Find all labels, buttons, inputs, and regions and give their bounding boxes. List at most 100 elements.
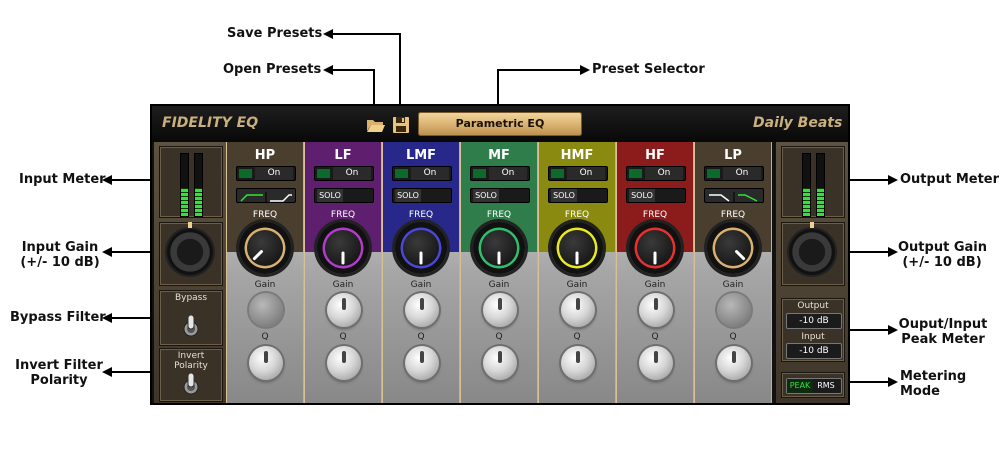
band-freq-knob-hf[interactable] <box>629 222 681 274</box>
band-q-label-hf: Q <box>651 332 659 342</box>
band-freq-knob-pointer-hmf <box>575 251 579 265</box>
band-on-button-lmf[interactable]: On <box>392 166 452 181</box>
band-on-label-lp: On <box>723 167 761 180</box>
band-gain-label-mf: Gain <box>488 280 510 290</box>
plugin-title: FIDELITY EQ <box>162 115 259 131</box>
band-gain-label-lp: Gain <box>722 280 744 290</box>
bypass-toggle-switch[interactable] <box>182 313 200 337</box>
band-freq-knob-cap-lf <box>325 230 361 266</box>
band-gain-knob-hf[interactable] <box>639 293 673 327</box>
band-name-lf: LF <box>334 148 352 163</box>
band-gain-knob-lf[interactable] <box>327 293 361 327</box>
band-solo-label-hf: SOLO <box>629 189 655 202</box>
band-solo-button-hf[interactable]: SOLO <box>626 188 686 203</box>
band-gain-label-lf: Gain <box>332 280 354 290</box>
band-freq-knob-hp[interactable] <box>239 222 291 274</box>
band-name-lmf: LMF <box>405 148 437 163</box>
band-gain-knob-lp <box>717 293 751 327</box>
right-side-panel: Output -10 dB Input -10 dB PEAK RMS <box>776 142 848 403</box>
band-freq-knob-hmf[interactable] <box>551 222 603 274</box>
band-solo-label-mf: SOLO <box>473 189 499 202</box>
band-q-knob-hf[interactable] <box>639 346 673 380</box>
callout-peak-line1: Ouput/Input <box>898 317 988 332</box>
band-on-led-mf <box>473 169 486 178</box>
output-peak-label: Output <box>797 301 829 311</box>
band-gain-label-hp: Gain <box>254 280 276 290</box>
band-filter-shape-lp[interactable] <box>704 188 764 203</box>
input-peak-label: Input <box>801 332 825 342</box>
band-q-knob-lf[interactable] <box>327 346 361 380</box>
floppy-disk-icon[interactable] <box>392 116 412 134</box>
band-gain-label-hf: Gain <box>644 280 666 290</box>
band-gain-knob-mf[interactable] <box>483 293 517 327</box>
eq-bands: HP On FREQ Gain Q LF On SOLO FREQ Gain Q LMF On SOLO F… <box>226 142 774 403</box>
input-meter-right-bar <box>194 153 203 217</box>
band-on-label-hp: On <box>255 167 293 180</box>
input-meter-left-bar <box>180 153 189 217</box>
band-q-knob-lp[interactable] <box>717 346 751 380</box>
band-hf: HF On SOLO FREQ Gain Q <box>616 142 694 403</box>
band-q-knob-mf[interactable] <box>483 346 517 380</box>
band-freq-knob-pointer-lp <box>735 250 746 261</box>
band-on-label-lmf: On <box>411 167 449 180</box>
band-q-label-hp: Q <box>261 332 269 342</box>
callout-invert-polarity: Invert Filter Polarity <box>14 358 104 388</box>
band-freq-knob-cap-mf <box>481 230 517 266</box>
input-gain-panel <box>159 222 223 286</box>
callout-output-gain-line1: Output Gain <box>898 240 987 255</box>
band-freq-knob-cap-lp <box>715 230 751 266</box>
band-q-label-mf: Q <box>495 332 503 342</box>
brand-name: Daily Beats <box>753 115 843 131</box>
output-peak-readout[interactable]: -10 dB <box>786 313 842 329</box>
band-lp: LP On FREQ Gain Q <box>694 142 772 403</box>
band-on-label-hmf: On <box>567 167 605 180</box>
band-on-button-hf[interactable]: On <box>626 166 686 181</box>
bypass-label: Bypass <box>174 293 208 303</box>
callout-save-presets: Save Presets <box>227 26 323 41</box>
callout-bypass-filter: Bypass Filter <box>10 310 106 325</box>
callout-peak-line2: Peak Meter <box>901 332 985 347</box>
band-q-knob-hmf[interactable] <box>561 346 595 380</box>
band-solo-button-mf[interactable]: SOLO <box>470 188 530 203</box>
callout-metering-line2: Mode <box>900 384 940 399</box>
band-on-button-hmf[interactable]: On <box>548 166 608 181</box>
band-freq-knob-mf[interactable] <box>473 222 525 274</box>
output-gain-knob[interactable] <box>789 222 835 275</box>
band-on-button-lp[interactable]: On <box>704 166 764 181</box>
band-q-knob-lmf[interactable] <box>405 346 439 380</box>
band-gain-label-lmf: Gain <box>410 280 432 290</box>
peak-mode-button[interactable]: PEAK <box>787 379 813 393</box>
metering-mode-switch[interactable]: PEAK RMS <box>786 378 842 394</box>
band-name-lp: LP <box>724 148 742 163</box>
invert-polarity-toggle-switch[interactable] <box>182 371 200 395</box>
input-peak-readout[interactable]: -10 dB <box>786 343 842 359</box>
band-name-mf: MF <box>488 148 510 163</box>
band-hp: HP On FREQ Gain Q <box>226 142 304 403</box>
rms-mode-button[interactable]: RMS <box>813 379 839 393</box>
invert-polarity-panel: Invert Polarity <box>159 348 223 402</box>
band-on-button-mf[interactable]: On <box>470 166 530 181</box>
band-gain-knob-hmf[interactable] <box>561 293 595 327</box>
band-on-button-hp[interactable]: On <box>236 166 296 181</box>
band-freq-knob-lf[interactable] <box>317 222 369 274</box>
preset-selector-button[interactable]: Parametric EQ <box>418 112 582 136</box>
band-gain-knob-lmf[interactable] <box>405 293 439 327</box>
band-q-label-hmf: Q <box>573 332 581 342</box>
band-hmf: HMF On SOLO FREQ Gain Q <box>538 142 616 403</box>
callout-open-presets: Open Presets <box>223 62 322 77</box>
band-freq-knob-lp[interactable] <box>707 222 759 274</box>
band-on-button-lf[interactable]: On <box>314 166 374 181</box>
band-name-hf: HF <box>645 148 665 163</box>
highpass-shape-icon <box>240 192 292 203</box>
band-filter-shape-hp[interactable] <box>236 188 296 203</box>
band-solo-button-lmf[interactable]: SOLO <box>392 188 452 203</box>
callout-input-gain: Input Gain (+/- 10 dB) <box>20 240 100 270</box>
band-solo-label-lmf: SOLO <box>395 189 421 202</box>
band-solo-button-hmf[interactable]: SOLO <box>548 188 608 203</box>
input-gain-knob[interactable] <box>167 222 213 275</box>
band-freq-knob-lmf[interactable] <box>395 222 447 274</box>
band-solo-button-lf[interactable]: SOLO <box>314 188 374 203</box>
band-q-knob-hp[interactable] <box>249 346 283 380</box>
folder-open-icon[interactable] <box>366 116 386 134</box>
band-on-led-hf <box>629 169 642 178</box>
